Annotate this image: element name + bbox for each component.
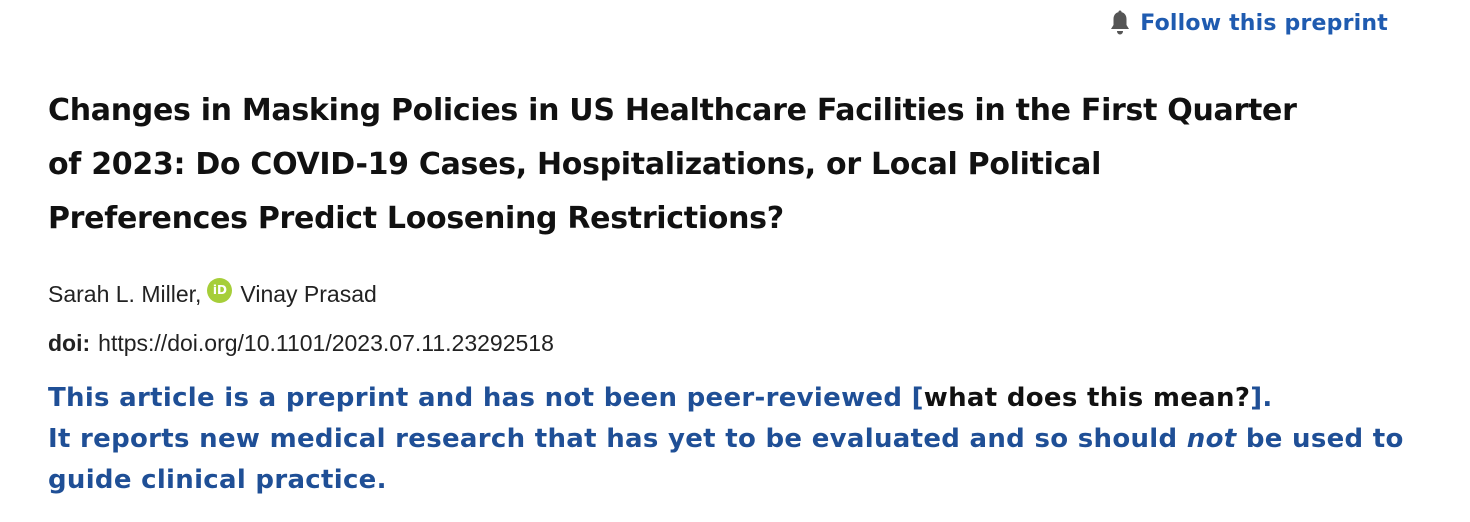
- doi-label: doi:: [48, 330, 91, 356]
- author-list: Sarah L. Miller, iD Vinay Prasad: [48, 278, 377, 308]
- title-line: Preferences Predict Loosening Restrictio…: [48, 201, 784, 236]
- follow-preprint-button[interactable]: Follow this preprint: [1108, 10, 1388, 36]
- preprint-notice: This article is a preprint and has not b…: [48, 378, 1428, 501]
- bell-icon: [1111, 10, 1130, 35]
- notice-bracket: [: [911, 383, 924, 413]
- article-title: Changes in Masking Policies in US Health…: [48, 84, 1418, 246]
- author-name[interactable]: Vinay Prasad: [240, 281, 376, 308]
- author-name[interactable]: Sarah L. Miller,: [48, 281, 201, 308]
- orcid-icon[interactable]: iD: [207, 278, 233, 303]
- doi-line: doi: https://doi.org/10.1101/2023.07.11.2…: [48, 330, 554, 357]
- follow-preprint-label[interactable]: Follow this preprint: [1140, 11, 1388, 36]
- title-line: of 2023: Do COVID-19 Cases, Hospitalizat…: [48, 147, 1102, 182]
- notice-text: It reports new medical research that has…: [48, 424, 1187, 454]
- what-does-this-mean-link[interactable]: what does this mean?: [924, 383, 1250, 413]
- notice-bracket: ].: [1250, 383, 1273, 413]
- doi-link[interactable]: https://doi.org/10.1101/2023.07.11.23292…: [98, 330, 554, 356]
- notice-emphasis: not: [1186, 424, 1237, 454]
- notice-text: This article is a preprint and has not b…: [48, 383, 912, 413]
- title-line: Changes in Masking Policies in US Health…: [48, 93, 1297, 128]
